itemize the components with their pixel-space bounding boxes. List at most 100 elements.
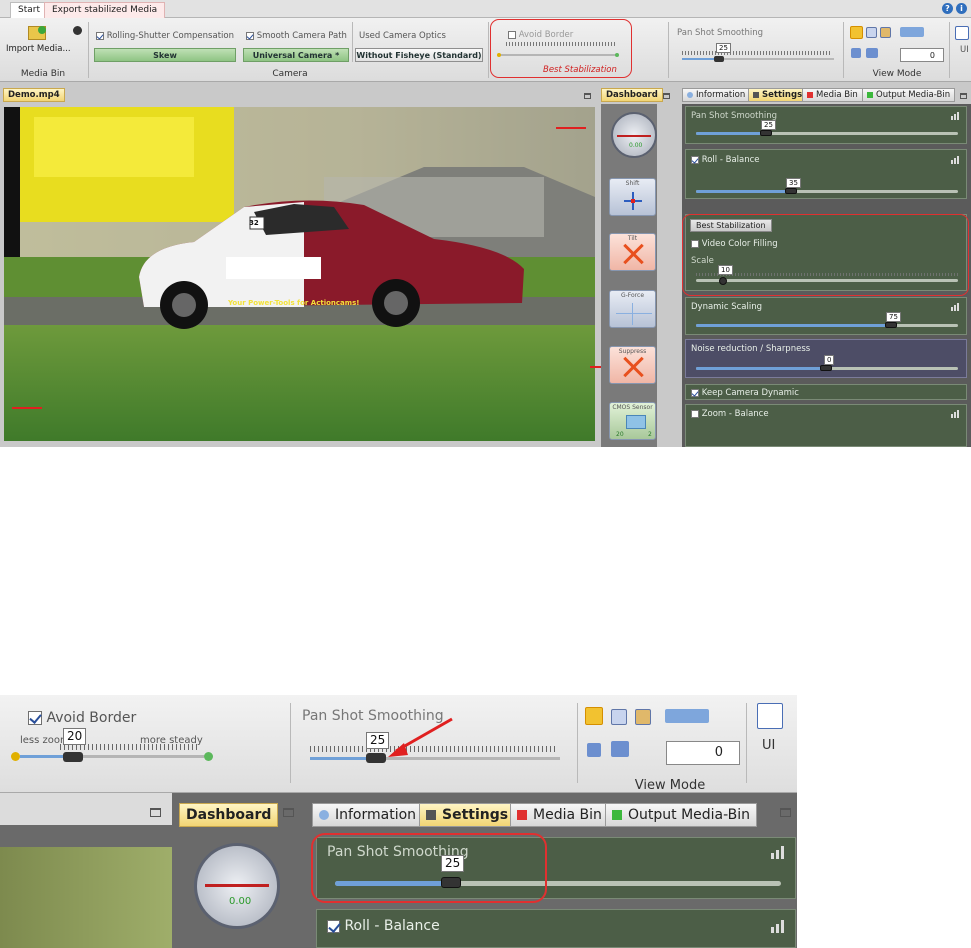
- view-mode-spinner[interactable]: 0: [666, 741, 740, 765]
- maximize-icon[interactable]: [584, 93, 591, 99]
- roll-balance-slider[interactable]: [785, 188, 797, 194]
- ui-menu[interactable]: UI: [960, 45, 969, 55]
- rolling-shutter-dropdown[interactable]: Skew: [94, 48, 236, 62]
- add-icon: [38, 26, 46, 34]
- rolling-shutter-option[interactable]: Rolling-Shutter Compensation: [96, 31, 234, 41]
- noise-slider[interactable]: [820, 365, 832, 371]
- single-view-icon[interactable]: [850, 26, 863, 39]
- highlight-ring: [682, 214, 969, 296]
- pan-shot-value: 25: [716, 43, 731, 53]
- smooth-path-dropdown[interactable]: Universal Camera *: [243, 48, 349, 62]
- tab-settings[interactable]: Settings: [419, 803, 516, 827]
- view-mode-spinner[interactable]: 0: [900, 48, 944, 62]
- maximize-icon[interactable]: [960, 93, 967, 99]
- keep-dynamic-block: Keep Camera Dynamic: [685, 384, 967, 400]
- window-icon[interactable]: [955, 26, 969, 40]
- rotate-icon[interactable]: [900, 27, 924, 37]
- tab-information[interactable]: Information: [682, 88, 751, 102]
- tab-media-bin[interactable]: Media Bin: [510, 803, 609, 827]
- layout-icon[interactable]: [851, 48, 861, 58]
- tab-settings[interactable]: Settings: [748, 88, 808, 102]
- shift-button[interactable]: Shift: [609, 178, 656, 216]
- optics-label: Used Camera Optics: [359, 31, 446, 41]
- import-media-button[interactable]: Import Media...: [6, 44, 71, 54]
- video-preview[interactable]: 32 Your Power-Tools for Actioncams!: [4, 107, 595, 441]
- compare-view-icon[interactable]: [635, 709, 651, 725]
- roll-balance-option[interactable]: Roll - Balance: [691, 155, 760, 165]
- dashboard-panel: 0.00 Shift Tilt G-Force Suppress CMOS Se…: [601, 104, 657, 447]
- dashboard-title: Dashboard: [601, 88, 663, 102]
- bar-chart-icon: [771, 846, 785, 859]
- zoom-balance-option[interactable]: Zoom - Balance: [691, 409, 769, 419]
- zoomed-ribbon: Avoid Border less zoom more steady 20 Pa…: [0, 695, 797, 793]
- gauge-icon: 0.00: [611, 112, 657, 158]
- tools-icon: [753, 91, 759, 98]
- question-icon[interactable]: ?: [942, 3, 953, 14]
- keep-dynamic-option[interactable]: Keep Camera Dynamic: [691, 388, 799, 398]
- close-icon: [622, 243, 644, 265]
- maximize-icon[interactable]: [780, 808, 791, 817]
- roll-balance-block: Roll - Balance 35: [685, 149, 967, 199]
- camera-group-label: Camera: [272, 69, 308, 79]
- tab-output-media-bin[interactable]: Output Media-Bin: [862, 88, 956, 102]
- tab-information[interactable]: Information: [312, 803, 424, 827]
- suppress-button[interactable]: Suppress: [609, 346, 656, 384]
- video-frame: [4, 107, 595, 441]
- video-preview[interactable]: [0, 847, 172, 948]
- zoomed-detail: Avoid Border less zoom more steady 20 Pa…: [0, 695, 797, 948]
- monitor-icon[interactable]: [866, 48, 878, 58]
- tab-media-bin[interactable]: Media Bin: [802, 88, 863, 102]
- car-number: 32: [249, 219, 259, 227]
- gauge-icon: 0.00: [194, 843, 280, 929]
- g-force-button[interactable]: G-Force: [609, 290, 656, 328]
- maximize-icon[interactable]: [150, 808, 161, 817]
- roll-balance-block: Roll - Balance: [316, 909, 796, 948]
- view-mode-group-label: View Mode: [872, 69, 922, 79]
- highlight-ring: [311, 833, 547, 903]
- dynamic-scaling-slider[interactable]: [885, 322, 897, 328]
- tab-start[interactable]: Start: [10, 2, 48, 18]
- tab-output-media-bin[interactable]: Output Media-Bin: [605, 803, 758, 827]
- smooth-path-option[interactable]: Smooth Camera Path: [246, 31, 347, 41]
- ui-menu[interactable]: UI: [762, 738, 775, 753]
- settings-panel: Pan Shot Smoothing 25 Roll - Balance 35 …: [682, 104, 971, 447]
- rolling-shutter-checkbox[interactable]: [96, 31, 104, 40]
- view-mode-group-label: View Mode: [634, 778, 706, 793]
- avoid-border-checkbox[interactable]: [28, 711, 42, 725]
- arrow-icon: [556, 127, 586, 129]
- avoid-border-value: 20: [63, 728, 87, 745]
- cmos-sensor-button[interactable]: CMOS Sensor 20 2: [609, 402, 656, 440]
- dynamic-scaling-block: Dynamic Scaling 75: [685, 297, 967, 335]
- arrow-icon: [388, 717, 453, 757]
- tab-export[interactable]: Export stabilized Media: [44, 2, 166, 18]
- highlight-ring: [490, 19, 632, 78]
- monitor-icon[interactable]: [611, 741, 629, 757]
- maximize-icon[interactable]: [663, 93, 670, 99]
- optics-dropdown[interactable]: Without Fisheye (Standard): [355, 48, 483, 62]
- pan-shot-block: Pan Shot Smoothing 25: [685, 106, 967, 144]
- pan-shot-slider[interactable]: [714, 56, 724, 62]
- ribbon-tab-bar: Start Export stabilized Media ? i: [0, 0, 971, 18]
- rotate-icon[interactable]: [665, 709, 709, 723]
- close-icon: [622, 356, 644, 378]
- avoid-border-option[interactable]: Avoid Border: [28, 710, 136, 726]
- info-icon[interactable]: i: [956, 3, 967, 14]
- split-view-icon[interactable]: [611, 709, 627, 725]
- layout-icon[interactable]: [587, 743, 601, 757]
- single-view-icon[interactable]: [585, 707, 603, 725]
- roll-balance-option[interactable]: Roll - Balance: [327, 918, 440, 934]
- tilt-button[interactable]: Tilt: [609, 233, 656, 271]
- arrow-icon: [12, 407, 42, 409]
- video-panel-title: Demo.mp4: [3, 88, 65, 102]
- pan-shot-slider[interactable]: [760, 130, 772, 136]
- avoid-border-slider[interactable]: [63, 752, 83, 762]
- split-view-icon[interactable]: [866, 27, 877, 38]
- record-icon[interactable]: [73, 26, 82, 35]
- ribbon: Import Media... Media Bin Rolling-Shutte…: [0, 18, 971, 82]
- smooth-path-checkbox[interactable]: [246, 31, 254, 40]
- window-icon[interactable]: [757, 703, 783, 729]
- maximize-icon[interactable]: [283, 808, 294, 817]
- dashboard-title: Dashboard: [179, 803, 279, 827]
- compare-view-icon[interactable]: [880, 27, 891, 38]
- noise-block: Noise reduction / Sharpness 0: [685, 339, 967, 378]
